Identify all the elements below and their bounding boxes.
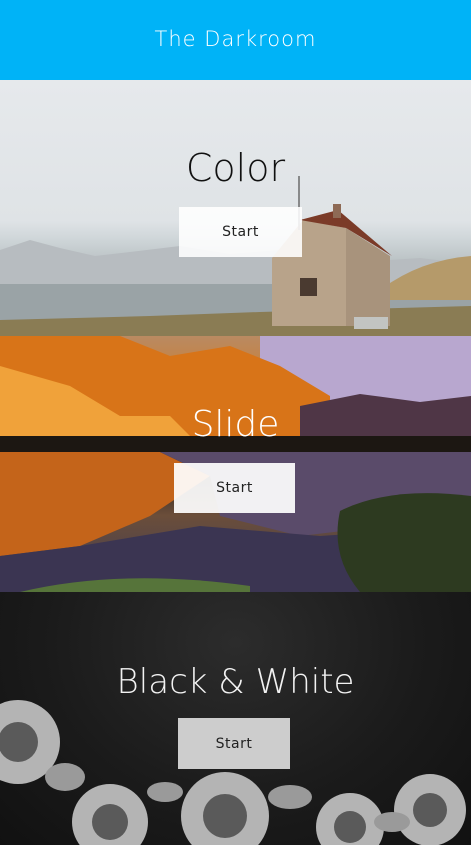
black-white-start-button[interactable]: Start [178,718,290,769]
slide-start-button[interactable]: Start [174,463,295,513]
black-white-title: Black & White [116,662,355,702]
color-title: Color [185,146,286,190]
app-header: The Darkroom [0,0,471,80]
color-section[interactable]: Color Start [0,80,471,336]
color-start-button[interactable]: Start [179,207,302,257]
black-white-section[interactable]: Black & White Start [0,592,471,845]
slide-title: Slide [191,404,280,445]
app-title: The Darkroom [154,27,317,51]
slide-section[interactable]: Slide Start [0,336,471,592]
